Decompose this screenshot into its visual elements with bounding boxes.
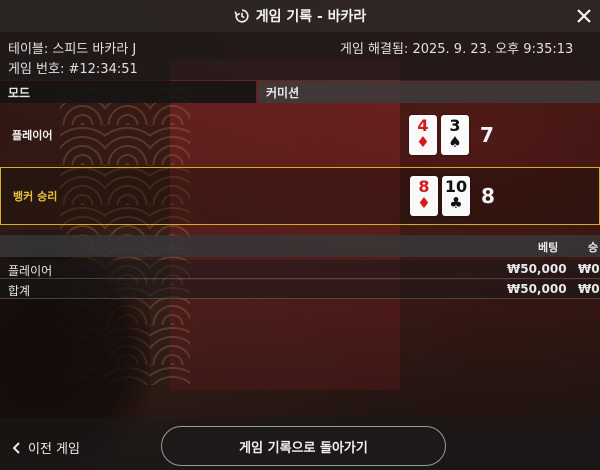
banker-cards: 8 ♦ 10 ♣	[410, 176, 470, 216]
diamond-suit-icon: ♦	[417, 194, 431, 212]
game-number: 게임 번호: #12:34:51	[8, 62, 138, 77]
mode-label: 모드	[0, 81, 256, 103]
bet-amount: ₩50,000	[507, 282, 567, 296]
win-amount: ₩0	[578, 282, 600, 296]
history-icon	[234, 8, 250, 24]
table-row: 플레이어 ₩50,000 ₩0	[0, 260, 600, 279]
commission-label: 커미션	[258, 81, 600, 103]
header-title-wrap: 게임 기록 - 바카라	[234, 6, 367, 26]
bet-name: 합계	[8, 284, 31, 298]
bet-name: 플레이어	[8, 264, 53, 278]
previous-game-button[interactable]: 이전 게임	[12, 438, 80, 457]
playing-card: 10 ♣	[442, 176, 470, 216]
bets-table-header: 베팅 승	[0, 235, 600, 257]
bet-column-header: 베팅	[538, 241, 559, 254]
banker-score: 8	[481, 184, 495, 208]
table-name: 테이블: 스피드 바카라 J	[8, 42, 137, 57]
player-result: 플레이어 4 ♦ 3 ♠ 7	[0, 106, 600, 164]
bet-amount: ₩50,000	[507, 262, 567, 276]
card-rank: 8	[418, 177, 430, 196]
card-rank: 3	[449, 116, 461, 135]
card-rank: 4	[417, 116, 429, 135]
page-title: 게임 기록 - 바카라	[255, 9, 367, 25]
back-to-history-button[interactable]: 게임 기록으로 돌아가기	[161, 426, 446, 466]
footer-bar: 이전 게임 게임 기록으로 돌아가기	[0, 418, 600, 470]
chevron-left-icon	[12, 441, 22, 454]
table-row: 합계 ₩50,000 ₩0	[0, 280, 600, 299]
club-suit-icon: ♣	[449, 194, 463, 212]
player-score: 7	[480, 123, 494, 147]
playing-card: 3 ♠	[441, 115, 469, 155]
player-cards: 4 ♦ 3 ♠	[409, 115, 469, 155]
banker-result: 뱅커 승리 8 ♦ 10 ♣ 8	[0, 167, 600, 225]
close-icon[interactable]	[574, 6, 594, 26]
win-amount: ₩0	[578, 262, 600, 276]
player-label: 플레이어	[12, 129, 53, 142]
playing-card: 4 ♦	[409, 115, 437, 155]
mode-row: 모드 커미션	[0, 81, 600, 103]
diamond-suit-icon: ♦	[416, 133, 430, 151]
previous-game-label: 이전 게임	[28, 442, 80, 457]
playing-card: 8 ♦	[410, 176, 438, 216]
card-rank: 10	[444, 177, 468, 196]
back-to-history-label: 게임 기록으로 돌아가기	[239, 440, 368, 456]
banker-label: 뱅커 승리	[13, 190, 58, 203]
game-info: 테이블: 스피드 바카라 J 게임 번호: #12:34:51 게임 해결됨: …	[0, 32, 600, 80]
spade-suit-icon: ♠	[448, 133, 462, 151]
win-column-header: 승	[588, 241, 599, 254]
resolved-time: 게임 해결됨: 2025. 9. 23. 오후 9:35:13	[340, 42, 574, 57]
header-bar: 게임 기록 - 바카라	[0, 0, 600, 32]
